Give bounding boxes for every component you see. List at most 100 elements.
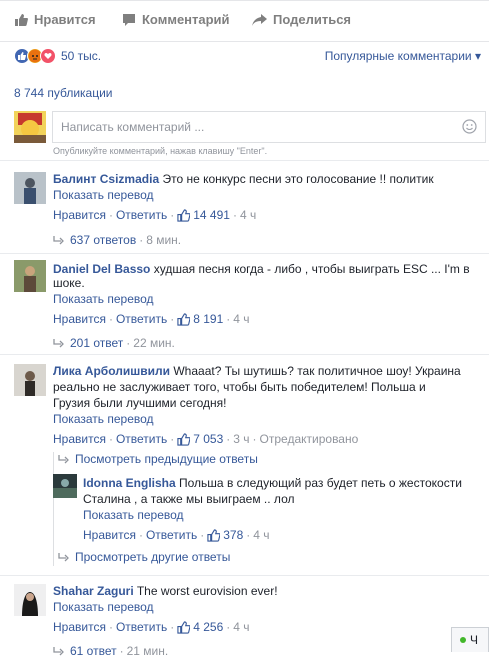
translate-link[interactable]: Показать перевод: [53, 292, 154, 306]
reply-author[interactable]: Idonna Englisha: [83, 476, 176, 490]
like-action[interactable]: Нравится: [14, 12, 96, 27]
reply-link[interactable]: Ответить: [146, 528, 197, 542]
reply-time: 4 ч: [253, 528, 270, 542]
separator: ·: [119, 644, 124, 658]
comment-meta: Нравится · Ответить · 14 491 · 4 ч: [53, 208, 256, 222]
love-reaction-icon: [40, 48, 56, 64]
comment-likes[interactable]: 14 491: [177, 208, 230, 222]
reply-link[interactable]: Ответить: [116, 620, 167, 634]
thumbs-up-outline-icon: [177, 432, 191, 446]
comment-time: 4 ч: [239, 208, 257, 222]
comment-likes[interactable]: 4 256: [177, 620, 223, 634]
replies-row: 61 ответ · 21 мин.: [53, 644, 168, 658]
likes-count: 378: [223, 528, 244, 542]
like-link[interactable]: Нравится: [53, 620, 106, 634]
comment-author[interactable]: Daniel Del Basso: [53, 262, 150, 276]
reply-thread-line: [53, 452, 54, 566]
replies-time: 22 мин.: [133, 336, 175, 350]
comment-text-line: шоке.: [53, 276, 85, 290]
reply-link[interactable]: Ответить: [116, 208, 167, 222]
view-replies-link[interactable]: 201 ответ: [53, 336, 123, 350]
replies-count: 61 ответ: [70, 644, 117, 658]
separator: ·: [108, 312, 113, 326]
avatar[interactable]: [14, 172, 46, 204]
comment-icon: [123, 13, 135, 26]
like-link[interactable]: Нравится: [53, 312, 106, 326]
separator: ·: [138, 528, 143, 542]
avatar[interactable]: [53, 474, 77, 498]
comment-author[interactable]: Лика Арболишвили: [53, 364, 170, 378]
thumbs-up-outline-icon: [177, 620, 191, 634]
edited-label: Отредактировано: [259, 432, 359, 446]
separator: ·: [246, 528, 251, 542]
comment-time: 4 ч: [233, 312, 250, 326]
replies-row: 637 ответов · 8 мин.: [53, 233, 181, 247]
comment-meta: Нравится · Ответить · 8 191 · 4 ч: [53, 312, 250, 326]
separator: ·: [170, 208, 175, 222]
current-user-avatar: [14, 111, 46, 143]
share-action[interactable]: Поделиться: [252, 12, 351, 27]
reply-meta: Нравится · Ответить · 378 · 4 ч: [83, 528, 270, 542]
view-previous-replies-link[interactable]: Посмотреть предыдущие ответы: [58, 452, 258, 466]
separator: ·: [108, 620, 113, 634]
reactions-summary[interactable]: 50 тыс.: [14, 48, 101, 64]
shares-count-link[interactable]: 8 744 публикации: [14, 86, 113, 100]
reply-arrow-icon: [53, 646, 64, 655]
comment-text: The worst eurovision ever!: [136, 584, 278, 598]
comment-action[interactable]: Комментарий: [122, 12, 230, 27]
replies-row: 201 ответ · 22 мин.: [53, 336, 175, 350]
chat-tab[interactable]: Ч: [451, 627, 489, 652]
emoji-icon[interactable]: [462, 119, 477, 137]
reply-arrow-icon: [58, 552, 69, 561]
separator: ·: [226, 432, 231, 446]
comment-input-placeholder: Написать комментарий ...: [61, 120, 205, 134]
comment-author[interactable]: Балинт Csizmadia: [53, 172, 159, 186]
like-link[interactable]: Нравится: [53, 208, 106, 222]
avatar[interactable]: [14, 584, 46, 616]
divider: [0, 160, 489, 161]
previous-replies-label: Посмотреть предыдущие ответы: [75, 452, 258, 466]
like-action-label: Нравится: [34, 12, 96, 27]
reply-link[interactable]: Ответить: [116, 312, 167, 326]
separator: ·: [170, 312, 175, 326]
reply-arrow-icon: [53, 235, 64, 244]
divider: [0, 354, 489, 355]
replies-time: 8 мин.: [146, 233, 182, 247]
view-other-replies-link[interactable]: Просмотреть другие ответы: [58, 550, 230, 564]
comment-sort-dropdown[interactable]: Популярные комментарии ▾: [325, 49, 481, 63]
comment-author[interactable]: Shahar Zaguri: [53, 584, 134, 598]
view-replies-link[interactable]: 637 ответов: [53, 233, 136, 247]
reply-likes[interactable]: 378: [207, 528, 243, 542]
separator: ·: [252, 432, 257, 446]
translate-link[interactable]: Показать перевод: [53, 188, 154, 202]
comment-likes[interactable]: 8 191: [177, 312, 223, 326]
separator: ·: [108, 432, 113, 446]
reply-link[interactable]: Ответить: [116, 432, 167, 446]
translate-link[interactable]: Показать перевод: [53, 600, 154, 614]
view-replies-link[interactable]: 61 ответ: [53, 644, 117, 658]
reply-arrow-icon: [53, 338, 64, 347]
comment-text: Whaaat? Ты шутишь? так политичное шоу! У…: [173, 364, 461, 378]
share-action-label: Поделиться: [273, 12, 352, 27]
reactions-count: 50 тыс.: [61, 49, 102, 63]
avatar[interactable]: [14, 364, 46, 396]
likes-count: 4 256: [193, 620, 224, 634]
likes-count: 7 053: [193, 432, 224, 446]
separator: ·: [226, 620, 231, 634]
thumbs-up-outline-icon: [207, 528, 221, 542]
previous-replies-row: Посмотреть предыдущие ответы: [58, 452, 258, 466]
separator: ·: [139, 233, 144, 247]
comment-meta: Нравится · Ответить · 7 053 · 3 ч · Отредак…: [53, 432, 358, 446]
reply-arrow-icon: [58, 454, 69, 463]
comment-input[interactable]: Написать комментарий ...: [52, 111, 486, 143]
divider: [0, 253, 489, 254]
thumbs-up-outline-icon: [177, 312, 191, 326]
avatar[interactable]: [14, 260, 46, 292]
translate-link[interactable]: Показать перевод: [53, 412, 154, 426]
separator: ·: [226, 312, 231, 326]
comment-likes[interactable]: 7 053: [177, 432, 223, 446]
like-link[interactable]: Нравится: [83, 528, 136, 542]
like-link[interactable]: Нравится: [53, 432, 106, 446]
translate-link[interactable]: Показать перевод: [83, 508, 184, 522]
replies-count: 201 ответ: [70, 336, 124, 350]
